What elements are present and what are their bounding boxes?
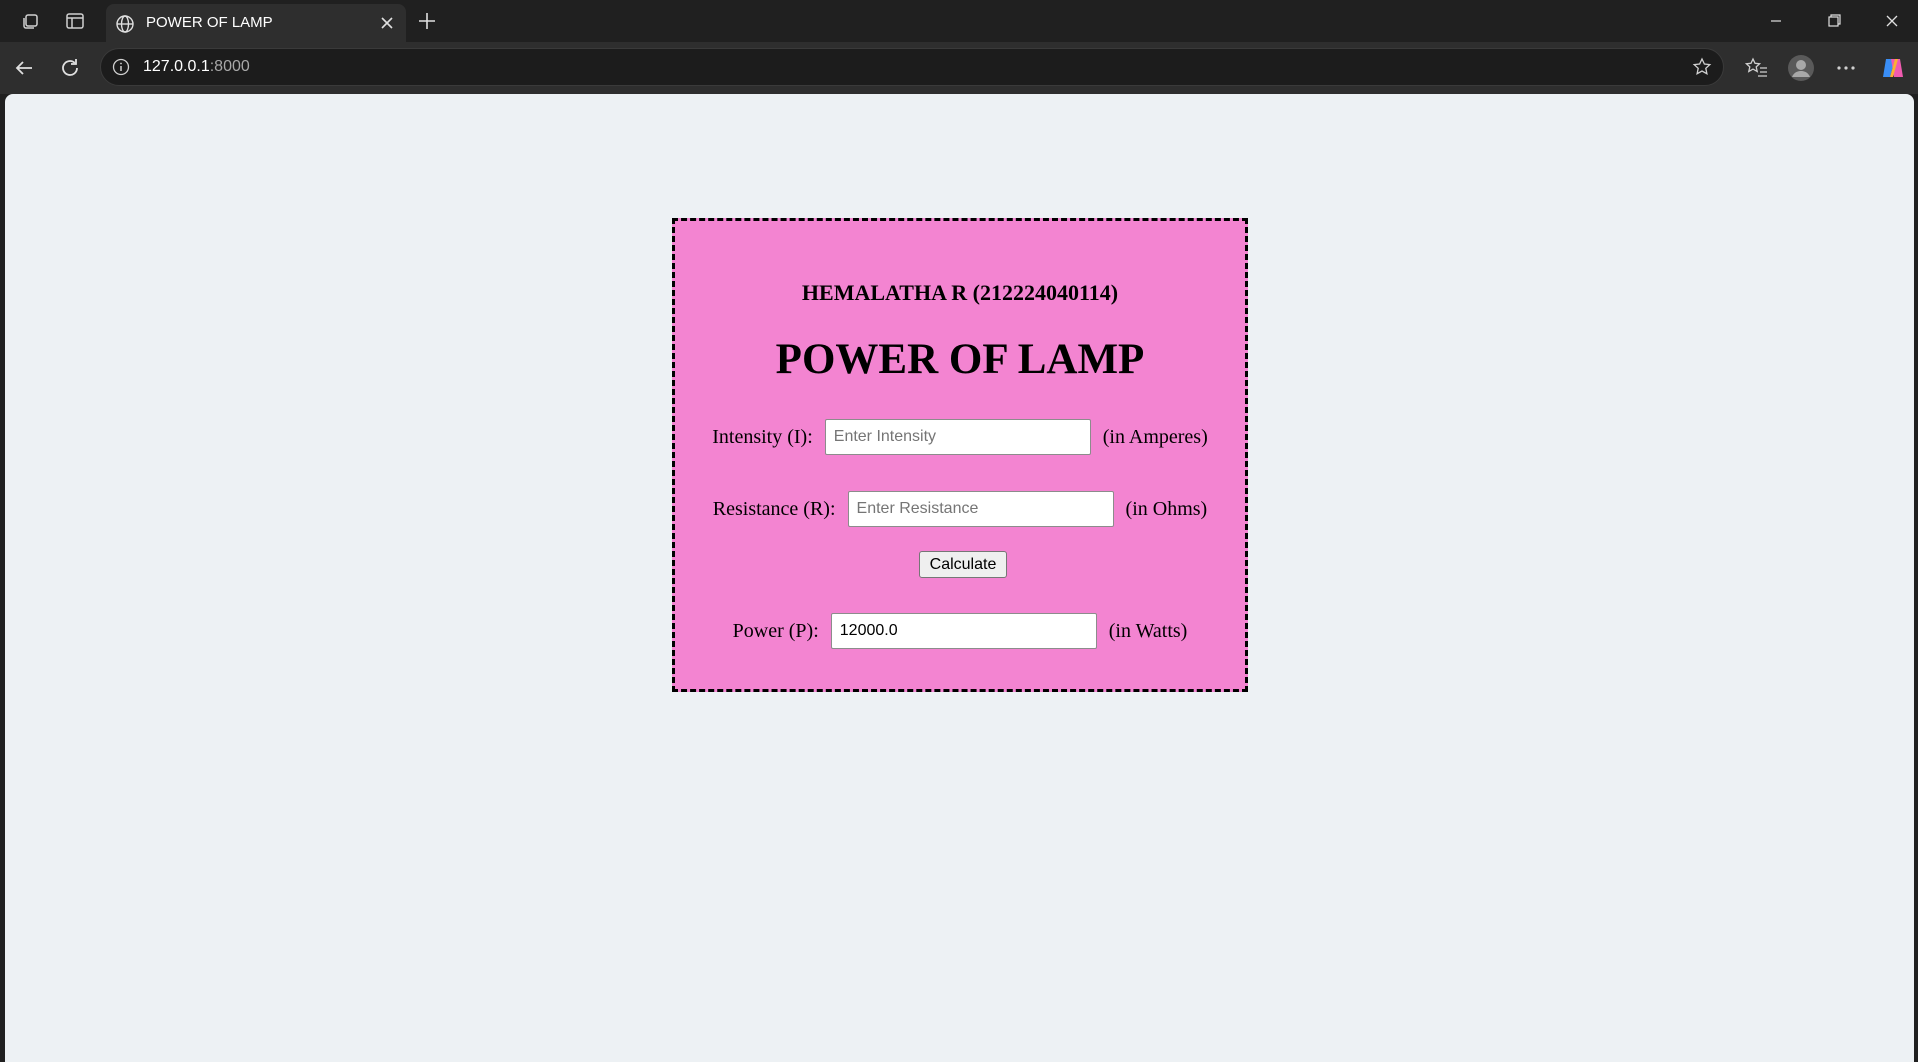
back-icon[interactable]: [10, 54, 38, 82]
browser-tab[interactable]: POWER OF LAMP: [106, 4, 406, 42]
window-close-icon[interactable]: [1877, 8, 1907, 34]
restore-icon[interactable]: [1819, 8, 1849, 34]
power-output-field[interactable]: [830, 613, 1097, 649]
info-icon[interactable]: [111, 57, 131, 77]
copilot-icon[interactable]: [1877, 52, 1909, 84]
favorites-icon[interactable]: [1740, 52, 1772, 84]
title-bar: POWER OF LAMP: [0, 0, 1918, 42]
power-unit: (in Watts): [1108, 619, 1188, 642]
plus-icon[interactable]: [414, 8, 440, 34]
calculate-button[interactable]: Calculate: [919, 551, 1007, 578]
page-viewport: HEMALATHA R (212224040114) POWER OF LAMP…: [5, 94, 1914, 1062]
profile-icon[interactable]: [1785, 52, 1817, 84]
author-heading: HEMALATHA R (212224040114): [801, 280, 1119, 305]
resistance-input[interactable]: [847, 491, 1114, 527]
intensity-row: Intensity (I): (in Amperes): [675, 418, 1245, 456]
workspaces-icon[interactable]: [17, 8, 43, 34]
refresh-icon[interactable]: [56, 54, 84, 82]
power-label: Power (P):: [732, 619, 819, 642]
intensity-input[interactable]: [824, 419, 1091, 455]
power-row: Power (P): (in Watts): [675, 612, 1245, 650]
minimize-icon[interactable]: [1761, 8, 1791, 34]
globe-icon: [114, 13, 136, 35]
url-host: 127.0.0.1: [143, 58, 210, 75]
close-icon[interactable]: [378, 14, 396, 32]
page-title: POWER OF LAMP: [775, 336, 1145, 383]
resistance-label: Resistance (R):: [712, 497, 836, 520]
star-icon[interactable]: [1691, 56, 1713, 78]
tab-title: POWER OF LAMP: [146, 14, 273, 31]
intensity-unit: (in Amperes): [1102, 425, 1208, 448]
more-icon[interactable]: [1830, 52, 1862, 84]
resistance-row: Resistance (R): (in Ohms): [675, 490, 1245, 528]
url-text[interactable]: 127.0.0.1:8000: [143, 58, 250, 76]
url-port: :8000: [209, 58, 250, 75]
intensity-label: Intensity (I):: [712, 425, 813, 448]
power-calculator-card: HEMALATHA R (212224040114) POWER OF LAMP…: [672, 218, 1248, 692]
resistance-unit: (in Ohms): [1125, 497, 1208, 520]
browser-toolbar: 127.0.0.1:8000: [0, 42, 1918, 94]
vertical-tabs-icon[interactable]: [62, 8, 88, 34]
address-bar[interactable]: 127.0.0.1:8000: [100, 48, 1724, 86]
